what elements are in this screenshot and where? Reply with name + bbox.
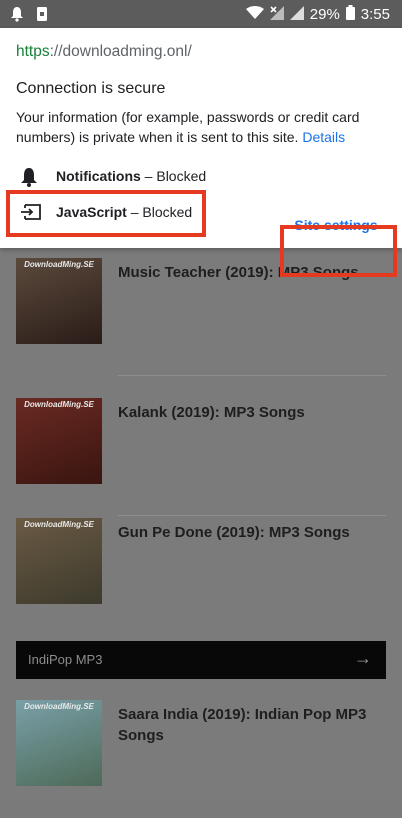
no-signal-icon (269, 5, 284, 24)
permission-state: Blocked (142, 204, 193, 220)
url-host: ://downloadming.onl/ (49, 43, 192, 60)
permission-name: Notifications (56, 168, 141, 184)
site-settings-button[interactable]: Site settings (286, 209, 386, 241)
permission-text: JavaScript – Blocked (56, 204, 193, 220)
permission-state: Blocked (156, 168, 207, 184)
connection-status-title: Connection is secure (16, 80, 166, 97)
connection-description: Your information (for example, passwords… (16, 107, 386, 147)
list-item[interactable]: DownloadMing.SE Saara India (2019): Indi… (16, 700, 386, 818)
arrow-right-icon[interactable]: → (354, 648, 372, 669)
divider (118, 375, 386, 376)
signal-icon (289, 5, 304, 24)
album-cover-image: DownloadMing.SE (16, 700, 102, 786)
permission-text: Notifications – Blocked (56, 168, 207, 184)
permission-notifications[interactable]: Notifications – Blocked (16, 165, 376, 189)
brand-watermark: DownloadMing.SE (24, 520, 94, 529)
javascript-icon (20, 203, 41, 223)
page-content: DownloadMing.SE Music Teacher (2019): MP… (0, 248, 402, 802)
album-cover-image: DownloadMing.SE (16, 258, 102, 344)
post-title[interactable]: Gun Pe Done (2019): MP3 Songs (118, 522, 386, 543)
brand-watermark: DownloadMing.SE (24, 400, 94, 409)
list-item[interactable]: DownloadMing.SE Music Teacher (2019): MP… (16, 258, 386, 376)
notification-bell-icon (10, 6, 24, 25)
wifi-icon (245, 5, 264, 24)
permission-name: JavaScript (56, 204, 127, 220)
list-item[interactable]: DownloadMing.SE Kalank (2019): MP3 Songs (16, 398, 386, 516)
brand-watermark: DownloadMing.SE (24, 702, 94, 711)
post-title[interactable]: Kalank (2019): MP3 Songs (118, 402, 386, 423)
post-title[interactable]: Music Teacher (2019): MP3 Songs (118, 262, 386, 283)
post-title[interactable]: Saara India (2019): Indian Pop MP3 Songs (118, 704, 386, 746)
section-label: IndiPop MP3 (28, 652, 103, 667)
bell-icon (20, 167, 40, 187)
list-item[interactable]: DownloadMing.SE Gun Pe Done (2019): MP3 … (16, 518, 386, 636)
battery-percent: 29% (309, 6, 340, 23)
url-scheme: https (16, 43, 50, 60)
brand-watermark: DownloadMing.SE (24, 260, 94, 269)
battery-icon (345, 5, 355, 24)
details-link[interactable]: Details (302, 129, 345, 145)
section-header-bar[interactable]: IndiPop MP3 → (16, 641, 386, 679)
album-cover-image: DownloadMing.SE (16, 398, 102, 484)
clock: 3:55 (360, 6, 390, 23)
site-url: https://downloadming.onl/ (16, 43, 192, 61)
album-cover-image: DownloadMing.SE (16, 518, 102, 604)
sim-card-icon (36, 6, 48, 25)
divider (118, 515, 386, 516)
status-bar: 29% 3:55 (0, 0, 402, 28)
